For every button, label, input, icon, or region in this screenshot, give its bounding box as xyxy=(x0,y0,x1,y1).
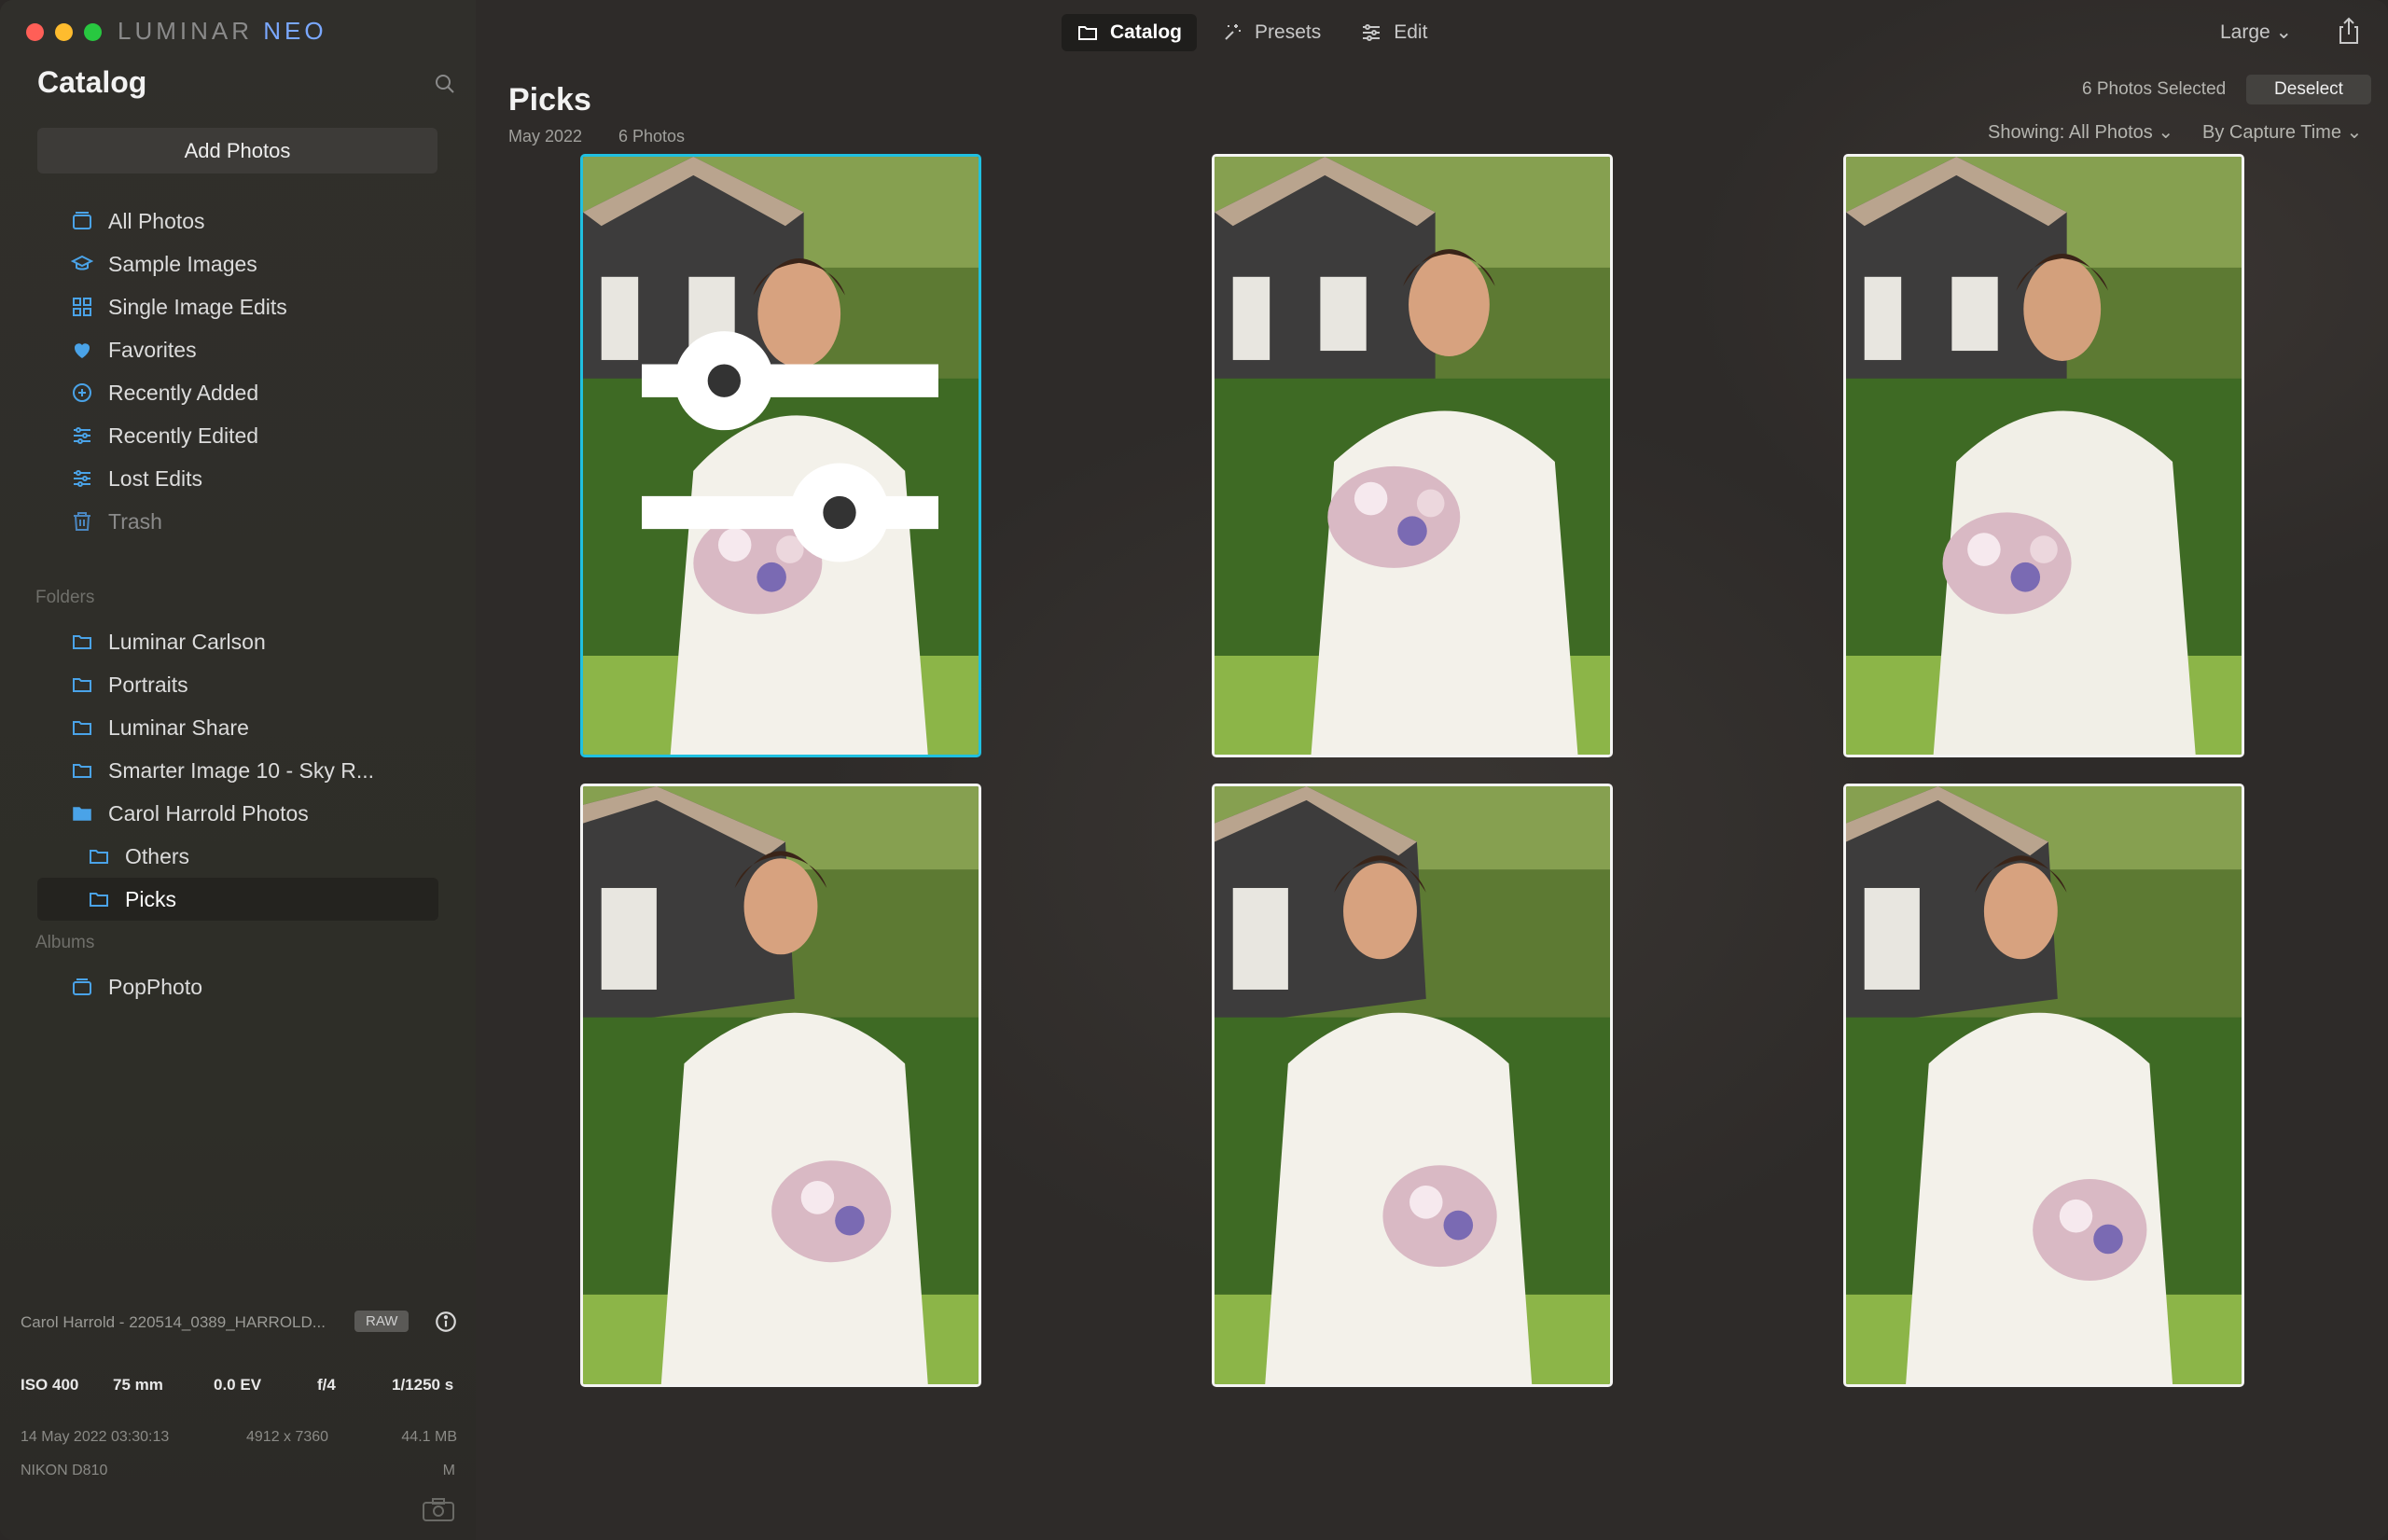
sidebar-item-sample-images[interactable]: Sample Images xyxy=(37,243,438,285)
sidebar-item-trash[interactable]: Trash xyxy=(37,500,438,543)
bride-photo-image xyxy=(1215,786,1610,1384)
heart-icon xyxy=(74,343,90,358)
folder-icon xyxy=(90,850,108,864)
album-popphoto[interactable]: PopPhoto xyxy=(37,965,438,1008)
app-window: LUMINAR NEO Catalog Add Photos All Photo… xyxy=(0,0,2388,1540)
sidebar-item-favorites[interactable]: Favorites xyxy=(37,328,438,371)
folder-carol-harrold-photos[interactable]: Carol Harrold Photos xyxy=(37,792,438,835)
sidebar-item-recently-added[interactable]: Recently Added xyxy=(37,371,438,414)
folder-luminar-share[interactable]: Luminar Share xyxy=(37,706,438,749)
photo-thumbnail[interactable] xyxy=(580,784,981,1387)
folders-heading: Folders xyxy=(35,588,95,607)
folder-icon xyxy=(73,764,91,778)
photo-count: 6 Photos xyxy=(618,127,686,146)
plus-circle-icon xyxy=(73,383,91,402)
sliders-icon xyxy=(74,470,90,487)
app-logo: LUMINAR NEO xyxy=(118,17,327,45)
shutter-value: 1/1250 s xyxy=(392,1376,454,1394)
thumbnail-size-dropdown[interactable]: Large ⌄ xyxy=(2220,21,2292,44)
minimize-window-button[interactable] xyxy=(55,23,73,41)
image-dimensions: 4912 x 7360 xyxy=(246,1429,329,1445)
photo-thumbnail[interactable] xyxy=(580,154,981,757)
capture-datetime: 14 May 2022 03:30:13 xyxy=(21,1429,170,1445)
date-label: May 2022 xyxy=(508,127,583,146)
aperture-value: f/4 xyxy=(317,1376,336,1394)
sidebar-item-single-image-edits[interactable]: Single Image Edits xyxy=(37,285,438,328)
bride-photo-image xyxy=(1215,157,1610,755)
exif-row: ISO 400 75 mm 0.0 EV f/4 1/1250 s xyxy=(21,1376,453,1394)
filter-dropdown[interactable]: Showing: All Photos ⌄ xyxy=(1988,120,2173,144)
format-badge: RAW xyxy=(354,1311,410,1332)
page-title: Picks xyxy=(508,82,591,118)
focal-length-value: 75 mm xyxy=(113,1376,163,1394)
deselect-button[interactable]: Deselect xyxy=(2246,75,2371,104)
camera-model: NIKON D810 xyxy=(21,1463,108,1478)
bride-photo-image xyxy=(583,786,979,1384)
sort-dropdown[interactable]: By Capture Time ⌄ xyxy=(2202,120,2362,144)
folder-icon xyxy=(73,635,91,649)
folder-icon xyxy=(1078,26,1097,40)
grid-icon xyxy=(73,298,91,316)
photos-icon xyxy=(73,212,91,229)
tab-edit[interactable]: Edit xyxy=(1345,14,1442,51)
folder-icon xyxy=(90,893,108,907)
sidebar-item-recently-edited[interactable]: Recently Edited xyxy=(37,414,438,457)
selection-count: 6 Photos Selected xyxy=(2082,79,2227,99)
folder-open-icon xyxy=(73,807,91,821)
sidebar-item-all-photos[interactable]: All Photos xyxy=(37,200,438,243)
tab-presets[interactable]: Presets xyxy=(1206,14,1336,51)
albums-heading: Albums xyxy=(35,933,95,952)
catalog-title: Catalog xyxy=(37,65,147,99)
iso-value: ISO 400 xyxy=(21,1376,79,1394)
mode-tabs: Catalog Presets Edit xyxy=(1062,14,1442,51)
edited-badge-icon xyxy=(642,331,938,562)
add-photos-button[interactable]: Add Photos xyxy=(37,128,437,173)
exposure-value: 0.0 EV xyxy=(214,1376,262,1394)
bride-photo-image xyxy=(1846,157,2242,755)
sliders-icon xyxy=(1363,24,1381,41)
folder-icon xyxy=(73,678,91,692)
sidebar: LUMINAR NEO Catalog Add Photos All Photo… xyxy=(0,0,476,1540)
file-name: Carol Harrold - 220514_0389_HARROLD... xyxy=(21,1313,326,1331)
graduation-cap-icon xyxy=(71,255,93,271)
search-icon[interactable] xyxy=(434,73,456,95)
top-toolbar: Catalog Presets Edit Large ⌄ xyxy=(476,0,2388,65)
photo-thumbnail[interactable] xyxy=(1843,154,2244,757)
photo-info-panel: Carol Harrold - 220514_0389_HARROLD... R… xyxy=(0,1297,476,1540)
bride-photo-image xyxy=(1846,786,2242,1384)
folder-icon xyxy=(73,721,91,735)
sparkle-icon xyxy=(1225,24,1242,40)
sidebar-item-lost-edits[interactable]: Lost Edits xyxy=(37,457,438,500)
photo-thumbnail[interactable] xyxy=(1212,784,1613,1387)
sliders-icon xyxy=(74,427,90,444)
trash-icon xyxy=(74,512,90,531)
folders-nav: Luminar Carlson Portraits Luminar Share … xyxy=(37,620,438,921)
albums-nav: PopPhoto xyxy=(37,965,438,1008)
zoom-window-button[interactable] xyxy=(84,23,102,41)
tab-catalog[interactable]: Catalog xyxy=(1062,14,1198,51)
photo-thumbnail[interactable] xyxy=(1843,784,2244,1387)
photo-thumbnail[interactable] xyxy=(1212,154,1613,757)
camera-icon[interactable] xyxy=(422,1498,455,1522)
close-window-button[interactable] xyxy=(26,23,44,41)
file-size: 44.1 MB xyxy=(401,1429,457,1445)
info-icon[interactable] xyxy=(434,1310,458,1334)
exposure-mode: M xyxy=(442,1463,455,1478)
library-nav: All Photos Sample Images Single Image Ed… xyxy=(37,200,438,543)
folder-others[interactable]: Others xyxy=(37,835,438,878)
share-icon[interactable] xyxy=(2337,17,2361,45)
album-icon xyxy=(73,978,91,995)
folder-smarter-image[interactable]: Smarter Image 10 - Sky R... xyxy=(37,749,438,792)
folder-picks[interactable]: Picks xyxy=(37,878,438,921)
folder-luminar-carlson[interactable]: Luminar Carlson xyxy=(37,620,438,663)
folder-portraits[interactable]: Portraits xyxy=(37,663,438,706)
window-controls xyxy=(26,23,102,41)
